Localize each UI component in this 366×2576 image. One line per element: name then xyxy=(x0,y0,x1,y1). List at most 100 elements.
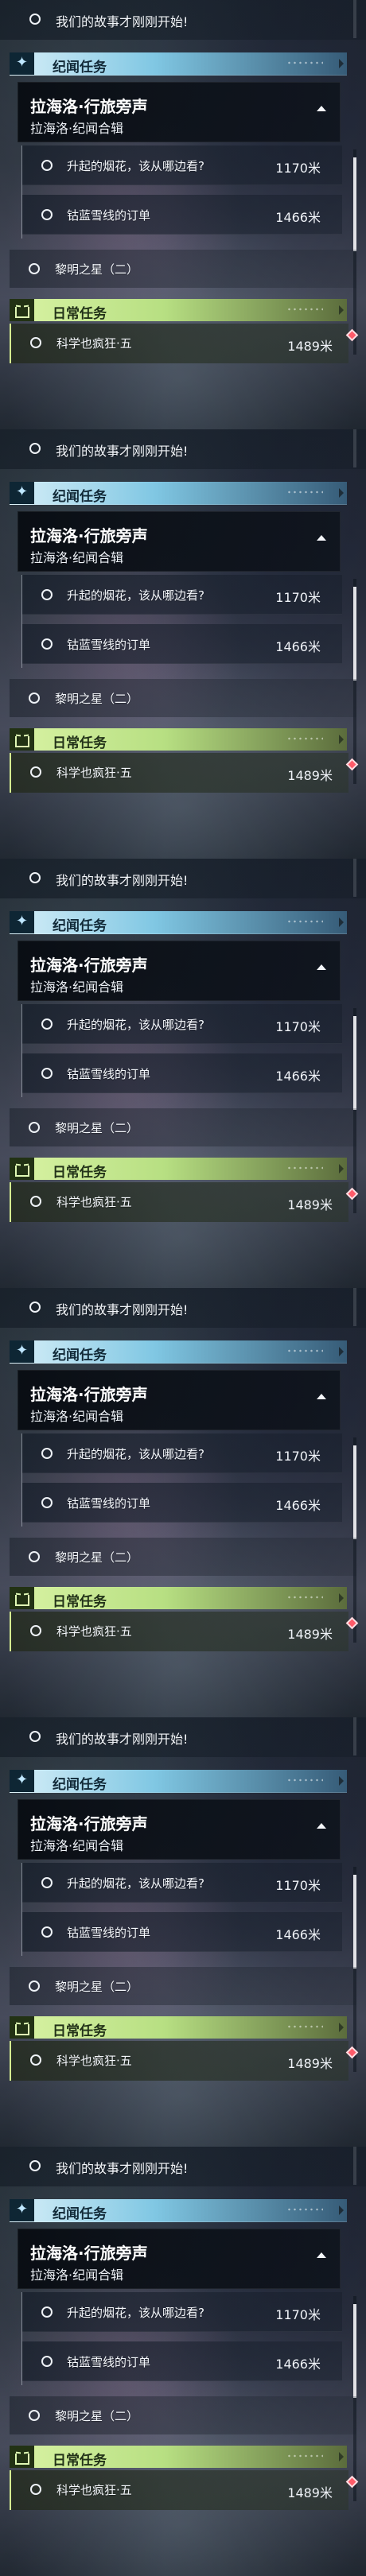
scrollbar-thumb[interactable] xyxy=(353,157,356,251)
featured-quest-title: 拉海洛·行旅旁声 xyxy=(30,1385,148,1404)
collapse-icon[interactable] xyxy=(317,964,326,970)
story-quest-section-header[interactable]: ✦ 纪闻任务 xyxy=(10,2199,347,2222)
misc-quest-row[interactable]: 黎明之星（二） xyxy=(10,1967,356,2005)
subquest-row[interactable]: 升起的烟花，该从哪边看? 1170米 xyxy=(22,145,342,185)
section-end-mark xyxy=(339,918,344,927)
story-quest-section-header[interactable]: ✦ 纪闻任务 xyxy=(10,911,347,934)
daily-quest-section-header[interactable]: 日常任务 xyxy=(10,299,347,322)
daily-quest-section-header[interactable]: 日常任务 xyxy=(10,2016,347,2039)
daily-section-title: 日常任务 xyxy=(53,1165,107,1181)
daily-quest-row[interactable]: 科学也疯狂·五 1489米 xyxy=(10,1182,348,1222)
star-icon: ✦ xyxy=(10,2199,34,2221)
top-quest-title: 我们的故事才刚刚开始! xyxy=(56,873,189,888)
daily-section-title: 日常任务 xyxy=(53,2023,107,2039)
featured-quest-card[interactable]: 拉海洛·行旅旁声 拉海洛·纪闻合辑 xyxy=(18,1370,341,1430)
quest-status-circle-icon xyxy=(41,2306,53,2318)
featured-quest-title: 拉海洛·行旅旁声 xyxy=(30,2244,148,2263)
misc-quest-row[interactable]: 黎明之星（二） xyxy=(10,2396,356,2434)
top-quest-row[interactable]: 我们的故事才刚刚开始! xyxy=(0,429,366,469)
subquest-title: 升起的烟花，该从哪边看? xyxy=(67,1876,204,1891)
quest-status-circle-icon xyxy=(41,160,53,171)
daily-quest-title: 科学也疯狂·五 xyxy=(56,766,132,780)
story-quest-section-header[interactable]: ✦ 纪闻任务 xyxy=(10,52,347,76)
section-end-mark xyxy=(339,305,344,315)
scrollbar-thumb[interactable] xyxy=(353,1016,356,1110)
featured-quest-subtitle: 拉海洛·纪闻合辑 xyxy=(30,1409,124,1424)
subquest-row[interactable]: 钴蓝雪线的订单 1466米 xyxy=(22,1053,342,1093)
featured-quest-card[interactable]: 拉海洛·行旅旁声 拉海洛·纪闻合辑 xyxy=(18,941,341,1001)
featured-quest-card[interactable]: 拉海洛·行旅旁声 拉海洛·纪闻合辑 xyxy=(18,2229,341,2289)
daily-quest-row[interactable]: 科学也疯狂·五 1489米 xyxy=(10,324,348,363)
daily-quest-row[interactable]: 科学也疯狂·五 1489米 xyxy=(10,2041,348,2081)
scrollbar-thumb[interactable] xyxy=(353,587,356,681)
section-end-mark xyxy=(339,59,344,68)
daily-quest-section-header[interactable]: 日常任务 xyxy=(10,1587,347,1610)
featured-quest-title: 拉海洛·行旅旁声 xyxy=(30,526,148,545)
top-quest-row[interactable]: 我们的故事才刚刚开始! xyxy=(0,1288,366,1328)
featured-quest-card[interactable]: 拉海洛·行旅旁声 拉海洛·纪闻合辑 xyxy=(18,511,341,572)
collapse-icon[interactable] xyxy=(317,1823,326,1829)
quest-status-circle-icon xyxy=(29,2160,41,2171)
top-quest-row[interactable]: 我们的故事才刚刚开始! xyxy=(0,1717,366,1757)
story-section-title: 纪闻任务 xyxy=(53,918,107,934)
quest-status-circle-icon xyxy=(41,1926,53,1938)
subquest-row[interactable]: 升起的烟花，该从哪边看? 1170米 xyxy=(22,1863,342,1903)
misc-quest-row[interactable]: 黎明之星（二） xyxy=(10,1108,356,1146)
misc-quest-title: 黎明之星（二） xyxy=(55,1121,139,1135)
subquest-title: 钴蓝雪线的订单 xyxy=(67,1067,151,1081)
collapse-icon[interactable] xyxy=(317,1394,326,1399)
subquest-list: 升起的烟花，该从哪边看? 1170米 钴蓝雪线的订单 1466米 xyxy=(21,1863,342,1956)
daily-quest-row[interactable]: 科学也疯狂·五 1489米 xyxy=(10,1612,348,1651)
subquest-row[interactable]: 钴蓝雪线的订单 1466米 xyxy=(22,195,342,235)
subquest-row[interactable]: 升起的烟花，该从哪边看? 1170米 xyxy=(22,575,342,615)
story-quest-section-header[interactable]: ✦ 纪闻任务 xyxy=(10,1340,347,1364)
collapse-icon[interactable] xyxy=(317,535,326,541)
quest-status-circle-icon xyxy=(41,638,53,650)
collapse-icon[interactable] xyxy=(317,106,326,111)
star-icon: ✦ xyxy=(10,1340,34,1363)
daily-quest-row[interactable]: 科学也疯狂·五 1489米 xyxy=(10,2470,348,2510)
subquest-distance: 1466米 xyxy=(275,1927,321,1942)
subquest-distance: 1170米 xyxy=(275,1449,321,1464)
top-quest-row[interactable]: 我们的故事才刚刚开始! xyxy=(0,0,366,40)
section-end-mark xyxy=(339,2206,344,2215)
featured-quest-title: 拉海洛·行旅旁声 xyxy=(30,1814,148,1833)
featured-quest-card[interactable]: 拉海洛·行旅旁声 拉海洛·纪闻合辑 xyxy=(18,1799,341,1860)
subquest-row[interactable]: 钴蓝雪线的订单 1466米 xyxy=(22,624,342,664)
collapse-icon[interactable] xyxy=(317,2252,326,2258)
featured-quest-title: 拉海洛·行旅旁声 xyxy=(30,97,148,116)
misc-quest-row[interactable]: 黎明之星（二） xyxy=(10,250,356,288)
subquest-row[interactable]: 升起的烟花，该从哪边看? 1170米 xyxy=(22,2292,342,2332)
section-end-mark xyxy=(339,488,344,498)
misc-quest-title: 黎明之星（二） xyxy=(55,1550,139,1565)
daily-quest-section-header[interactable]: 日常任务 xyxy=(10,728,347,751)
misc-quest-title: 黎明之星（二） xyxy=(55,1980,139,1994)
story-quest-section-header[interactable]: ✦ 纪闻任务 xyxy=(10,482,347,505)
quest-status-circle-icon xyxy=(41,1497,53,1508)
subquest-row[interactable]: 钴蓝雪线的订单 1466米 xyxy=(22,1912,342,1952)
quest-tracker-screen: 我们的故事才刚刚开始! ✦ 纪闻任务 拉海洛·行旅旁声 拉海洛·纪闻合辑 升起的… xyxy=(0,0,366,2576)
story-section-title: 纪闻任务 xyxy=(53,2206,107,2222)
top-quest-row[interactable]: 我们的故事才刚刚开始! xyxy=(0,2147,366,2186)
misc-quest-row[interactable]: 黎明之星（二） xyxy=(10,1538,356,1576)
subquest-title: 钴蓝雪线的订单 xyxy=(67,638,151,652)
scrollbar-thumb[interactable] xyxy=(353,1875,356,1969)
story-quest-section-header[interactable]: ✦ 纪闻任务 xyxy=(10,1770,347,1793)
subquest-row[interactable]: 钴蓝雪线的订单 1466米 xyxy=(22,1483,342,1523)
subquest-row[interactable]: 升起的烟花，该从哪边看? 1170米 xyxy=(22,1004,342,1044)
subquest-row[interactable]: 钴蓝雪线的订单 1466米 xyxy=(22,2341,342,2381)
book-icon xyxy=(10,2016,34,2039)
scrollbar-thumb[interactable] xyxy=(353,2304,356,2398)
daily-quest-section-header[interactable]: 日常任务 xyxy=(10,1158,347,1181)
featured-quest-card[interactable]: 拉海洛·行旅旁声 拉海洛·纪闻合辑 xyxy=(18,82,341,142)
subquest-title: 升起的烟花，该从哪边看? xyxy=(67,2306,204,2320)
scrollbar-thumb[interactable] xyxy=(353,1445,356,1539)
top-quest-row[interactable]: 我们的故事才刚刚开始! xyxy=(0,859,366,898)
book-icon xyxy=(10,299,34,321)
subquest-row[interactable]: 升起的烟花，该从哪边看? 1170米 xyxy=(22,1433,342,1473)
daily-quest-section-header[interactable]: 日常任务 xyxy=(10,2446,347,2469)
daily-quest-row[interactable]: 科学也疯狂·五 1489米 xyxy=(10,753,348,793)
quest-status-circle-icon xyxy=(30,337,41,348)
quest-status-circle-icon xyxy=(29,692,40,704)
misc-quest-row[interactable]: 黎明之星（二） xyxy=(10,679,356,717)
